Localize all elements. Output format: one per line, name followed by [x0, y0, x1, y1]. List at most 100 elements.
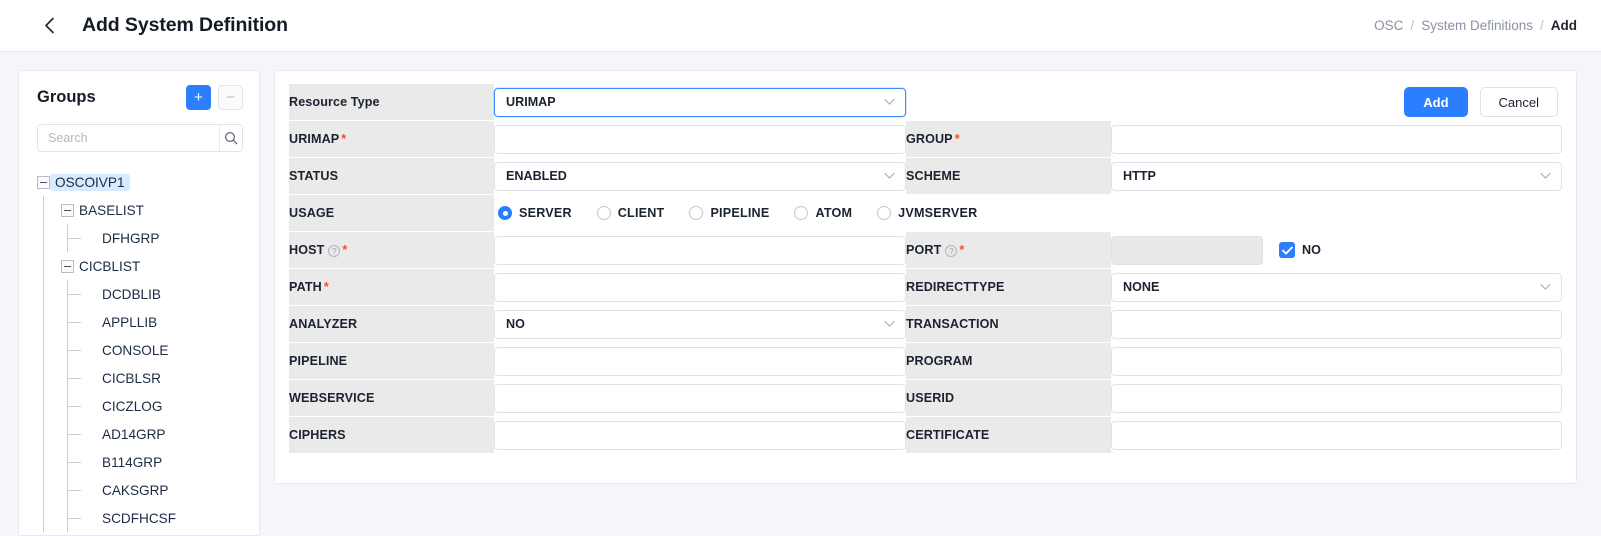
resource-type-select[interactable]: URIMAP: [494, 88, 906, 117]
form-row-host-port: HOST?* PORT?* NO: [289, 232, 1562, 268]
group-input[interactable]: [1111, 125, 1562, 154]
form-row-pipeline-program: PIPELINE PROGRAM: [289, 343, 1562, 379]
radio-icon: [794, 206, 808, 220]
webservice-input[interactable]: [494, 384, 906, 413]
port-label: PORT?*: [906, 232, 1111, 268]
certificate-input[interactable]: [1111, 421, 1562, 450]
tree-node[interactable]: CICZLOG: [37, 392, 243, 420]
checkbox-icon[interactable]: [1279, 242, 1295, 258]
scheme-select[interactable]: HTTP: [1111, 162, 1562, 191]
usage-radio-jvmserver[interactable]: JVMSERVER: [877, 206, 977, 220]
tree-node[interactable]: CAKSGRP: [37, 476, 243, 504]
radio-icon: [877, 206, 891, 220]
form-row-webservice-userid: WEBSERVICE USERID: [289, 380, 1562, 416]
tree-node-label[interactable]: APPLLIB: [97, 314, 162, 331]
back-chevron-icon[interactable]: [38, 15, 60, 37]
tree-node-label[interactable]: CICBLSR: [97, 370, 166, 387]
form-row-status-scheme: STATUS ENABLED SCHEME HTTP: [289, 158, 1562, 194]
tree-node-label[interactable]: CONSOLE: [97, 342, 173, 359]
add-button[interactable]: Add: [1404, 87, 1467, 117]
usage-radio-group: SERVER CLIENT PIPELINE ATOM: [494, 206, 1562, 220]
form-actions: Add Cancel: [906, 87, 1562, 117]
certificate-cell: [1111, 417, 1562, 453]
help-icon[interactable]: ?: [945, 245, 957, 257]
form-card: Resource Type URIMAP Add Cancel: [274, 70, 1577, 484]
userid-label: USERID: [906, 380, 1111, 416]
userid-input[interactable]: [1111, 384, 1562, 413]
tree-expander-icon[interactable]: [37, 176, 50, 189]
tree-node[interactable]: DFHGRP: [37, 224, 243, 252]
redirecttype-select[interactable]: NONE: [1111, 273, 1562, 302]
page-title: Add System Definition: [82, 14, 288, 37]
tree-node[interactable]: CICBLIST: [37, 252, 243, 280]
webservice-cell: [494, 380, 906, 416]
required-asterisk: *: [342, 243, 347, 257]
radio-icon: [498, 206, 512, 220]
ciphers-input[interactable]: [494, 421, 906, 450]
port-cell: NO: [1111, 232, 1562, 268]
port-no-label: NO: [1302, 243, 1321, 257]
tree-node[interactable]: AD14GRP: [37, 420, 243, 448]
tree-node[interactable]: APPLLIB: [37, 308, 243, 336]
port-no-checkbox-group[interactable]: NO: [1279, 242, 1321, 258]
tree-node[interactable]: B114GRP: [37, 448, 243, 476]
host-label-text: HOST: [289, 243, 324, 257]
definition-form: Resource Type URIMAP Add Cancel: [289, 83, 1562, 454]
usage-radio-client[interactable]: CLIENT: [597, 206, 665, 220]
certificate-label: CERTIFICATE: [906, 417, 1111, 453]
urimap-input[interactable]: [494, 125, 906, 154]
tree-node-label[interactable]: AD14GRP: [97, 426, 170, 443]
tree-node[interactable]: CONSOLE: [37, 336, 243, 364]
breadcrumb-item-osc[interactable]: OSC: [1374, 18, 1403, 33]
groups-panel: Groups + − OSCOIVP1: [18, 70, 260, 536]
tree-node-label[interactable]: BASELIST: [74, 202, 149, 219]
tree-node-label[interactable]: DFHGRP: [97, 230, 164, 247]
usage-radio-server[interactable]: SERVER: [498, 206, 572, 220]
tree-node-label[interactable]: OSCOIVP1: [50, 174, 130, 191]
pipeline-input[interactable]: [494, 347, 906, 376]
form-row-ciphers-certificate: CIPHERS CERTIFICATE: [289, 417, 1562, 453]
redirecttype-label: REDIRECTTYPE: [906, 269, 1111, 305]
host-input[interactable]: [494, 236, 906, 265]
analyzer-select[interactable]: NO: [494, 310, 906, 339]
program-cell: [1111, 343, 1562, 379]
help-icon[interactable]: ?: [328, 245, 340, 257]
transaction-label: TRANSACTION: [906, 306, 1111, 342]
port-label-text: PORT: [906, 243, 941, 257]
remove-group-button[interactable]: −: [218, 85, 243, 110]
usage-option-label: ATOM: [815, 206, 852, 220]
tree-node[interactable]: CICBLSR: [37, 364, 243, 392]
program-input[interactable]: [1111, 347, 1562, 376]
tree-node-label[interactable]: CICZLOG: [97, 398, 167, 415]
tree-node-label[interactable]: CAKSGRP: [97, 482, 173, 499]
breadcrumb-item-add: Add: [1551, 18, 1577, 33]
tree-node-label[interactable]: SCDFHCSF: [97, 510, 181, 527]
status-select[interactable]: ENABLED: [494, 162, 906, 191]
usage-label: USAGE: [289, 195, 494, 231]
path-input[interactable]: [494, 273, 906, 302]
tree-node-label[interactable]: DCDBLIB: [97, 286, 166, 303]
tree-node[interactable]: OSCOIVP1: [37, 168, 243, 196]
tree-node-label[interactable]: CICBLIST: [74, 258, 145, 275]
breadcrumb-item-system-definitions[interactable]: System Definitions: [1421, 18, 1533, 33]
usage-radio-atom[interactable]: ATOM: [794, 206, 852, 220]
tree-node[interactable]: BASELIST: [37, 196, 243, 224]
breadcrumb-separator: /: [1540, 18, 1544, 33]
search-icon[interactable]: [219, 125, 242, 151]
add-group-button[interactable]: +: [186, 85, 211, 110]
cancel-button[interactable]: Cancel: [1480, 87, 1558, 117]
usage-radio-pipeline[interactable]: PIPELINE: [689, 206, 769, 220]
tree-expander-icon[interactable]: [61, 204, 74, 217]
search-input[interactable]: [38, 125, 219, 151]
tree-node-label[interactable]: B114GRP: [97, 454, 167, 471]
tree-node[interactable]: SCDFHCSF: [37, 504, 243, 532]
port-input[interactable]: [1111, 236, 1263, 265]
transaction-input[interactable]: [1111, 310, 1562, 339]
status-label: STATUS: [289, 158, 494, 194]
tree-node[interactable]: DCDBLIB: [37, 280, 243, 308]
resource-type-label: Resource Type: [289, 84, 494, 120]
program-label: PROGRAM: [906, 343, 1111, 379]
tree-expander-icon[interactable]: [61, 260, 74, 273]
group-label: GROUP*: [906, 121, 1111, 157]
form-row-usage: USAGE SERVER CLIENT PIPELINE: [289, 195, 1562, 231]
